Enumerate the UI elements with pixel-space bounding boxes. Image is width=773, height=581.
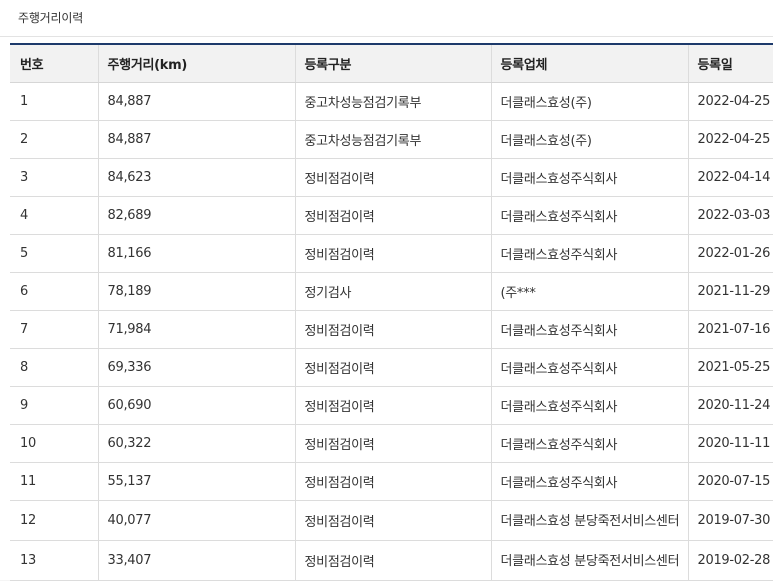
cell-registration-type: 정비점검이력	[295, 500, 492, 541]
cell-mileage: 69,336	[98, 348, 296, 387]
cell-mileage: 84,887	[98, 82, 296, 121]
cell-number: 11	[10, 462, 99, 501]
cell-number: 9	[10, 386, 99, 425]
cell-registrar: 더클래스효성주식회사	[491, 348, 689, 387]
cell-registrar: 더클래스효성주식회사	[491, 424, 689, 463]
table-header: 번호 주행거리(km) 등록구분 등록업체 등록일	[10, 45, 773, 83]
cell-mileage: 40,077	[98, 500, 296, 541]
mileage-history-table-container: 번호 주행거리(km) 등록구분 등록업체 등록일 1 84,887 중고차성능점검…	[10, 43, 773, 581]
cell-registrar: 더클래스효성주식회사	[491, 386, 689, 425]
cell-number: 8	[10, 348, 99, 387]
cell-registration-date: 2020-07-15	[688, 462, 773, 501]
table-row: 1 84,887 중고차성능점검기록부 더클래스효성(주) 2022-04-25	[10, 82, 773, 121]
cell-registration-date: 2022-01-26	[688, 234, 773, 273]
cell-number: 4	[10, 196, 99, 235]
cell-mileage: 60,690	[98, 386, 296, 425]
panel-header: 주행거리이력	[0, 0, 773, 37]
cell-registration-date: 2019-07-30	[688, 500, 773, 541]
table-row: 12 40,077 정비점검이력 더클래스효성 분당죽전서비스센터 2019-07-30	[10, 500, 773, 541]
cell-registrar: 더클래스효성주식회사	[491, 234, 689, 273]
cell-registration-type: 정비점검이력	[295, 158, 492, 197]
cell-mileage: 84,623	[98, 158, 296, 197]
cell-number: 1	[10, 82, 99, 121]
table-row: 5 81,166 정비점검이력 더클래스효성주식회사 2022-01-26	[10, 234, 773, 273]
table-row: 4 82,689 정비점검이력 더클래스효성주식회사 2022-03-03	[10, 196, 773, 235]
cell-registrar: 더클래스효성주식회사	[491, 158, 689, 197]
table-row: 8 69,336 정비점검이력 더클래스효성주식회사 2021-05-25	[10, 348, 773, 387]
cell-mileage: 78,189	[98, 272, 296, 311]
cell-mileage: 33,407	[98, 540, 296, 581]
cell-mileage: 81,166	[98, 234, 296, 273]
table-row: 6 78,189 정기검사 (주*** 2021-11-29	[10, 272, 773, 311]
table-row: 2 84,887 중고차성능점검기록부 더클래스효성(주) 2022-04-25	[10, 120, 773, 159]
cell-registration-date: 2022-04-25	[688, 120, 773, 159]
mileage-history-table: 번호 주행거리(km) 등록구분 등록업체 등록일 1 84,887 중고차성능점검…	[10, 45, 773, 581]
cell-mileage: 55,137	[98, 462, 296, 501]
cell-registrar: 더클래스효성 분당죽전서비스센터	[491, 540, 689, 581]
table-row: 13 33,407 정비점검이력 더클래스효성 분당죽전서비스센터 2019-02-28	[10, 540, 773, 581]
cell-registration-date: 2021-07-16	[688, 310, 773, 349]
cell-number: 13	[10, 540, 99, 581]
cell-registration-date: 2021-05-25	[688, 348, 773, 387]
cell-registration-date: 2022-03-03	[688, 196, 773, 235]
cell-registration-type: 정기검사	[295, 272, 492, 311]
cell-registration-date: 2022-04-25	[688, 82, 773, 121]
cell-number: 10	[10, 424, 99, 463]
cell-number: 7	[10, 310, 99, 349]
cell-registration-date: 2019-02-28	[688, 540, 773, 581]
cell-mileage: 82,689	[98, 196, 296, 235]
cell-number: 5	[10, 234, 99, 273]
cell-number: 6	[10, 272, 99, 311]
cell-registrar: 더클래스효성(주)	[491, 120, 689, 159]
cell-registration-type: 중고차성능점검기록부	[295, 120, 492, 159]
cell-registrar: 더클래스효성주식회사	[491, 462, 689, 501]
column-header-number: 번호	[10, 45, 99, 83]
cell-mileage: 71,984	[98, 310, 296, 349]
cell-registration-date: 2020-11-24	[688, 386, 773, 425]
table-row: 11 55,137 정비점검이력 더클래스효성주식회사 2020-07-15	[10, 462, 773, 501]
cell-registration-date: 2020-11-11	[688, 424, 773, 463]
table-row: 10 60,322 정비점검이력 더클래스효성주식회사 2020-11-11	[10, 424, 773, 463]
cell-registrar: 더클래스효성 분당죽전서비스센터	[491, 500, 689, 541]
cell-number: 12	[10, 500, 99, 541]
cell-registrar: (주***	[491, 272, 689, 311]
table-row: 7 71,984 정비점검이력 더클래스효성주식회사 2021-07-16	[10, 310, 773, 349]
table-row: 3 84,623 정비점검이력 더클래스효성주식회사 2022-04-14	[10, 158, 773, 197]
mileage-history-panel: 주행거리이력 번호 주행거리(km) 등록구분 등록업체 등록일 1 84,887…	[0, 0, 773, 581]
column-header-mileage: 주행거리(km)	[98, 45, 296, 83]
table-body: 1 84,887 중고차성능점검기록부 더클래스효성(주) 2022-04-25 2 84,…	[10, 82, 773, 581]
cell-registration-date: 2021-11-29	[688, 272, 773, 311]
cell-registration-date: 2022-04-14	[688, 158, 773, 197]
header-row: 번호 주행거리(km) 등록구분 등록업체 등록일	[10, 45, 773, 83]
table-row: 9 60,690 정비점검이력 더클래스효성주식회사 2020-11-24	[10, 386, 773, 425]
cell-registration-type: 정비점검이력	[295, 424, 492, 463]
cell-registration-type: 정비점검이력	[295, 540, 492, 581]
cell-registration-type: 정비점검이력	[295, 196, 492, 235]
cell-registration-type: 중고차성능점검기록부	[295, 82, 492, 121]
column-header-registration-date: 등록일	[688, 45, 773, 83]
panel-title: 주행거리이력	[18, 11, 84, 25]
cell-number: 3	[10, 158, 99, 197]
column-header-registrar: 등록업체	[491, 45, 689, 83]
cell-registration-type: 정비점검이력	[295, 386, 492, 425]
cell-registrar: 더클래스효성(주)	[491, 82, 689, 121]
cell-registration-type: 정비점검이력	[295, 234, 492, 273]
cell-mileage: 60,322	[98, 424, 296, 463]
cell-registration-type: 정비점검이력	[295, 462, 492, 501]
cell-registration-type: 정비점검이력	[295, 310, 492, 349]
cell-number: 2	[10, 120, 99, 159]
cell-registrar: 더클래스효성주식회사	[491, 196, 689, 235]
cell-registration-type: 정비점검이력	[295, 348, 492, 387]
cell-registrar: 더클래스효성주식회사	[491, 310, 689, 349]
cell-mileage: 84,887	[98, 120, 296, 159]
column-header-registration-type: 등록구분	[295, 45, 492, 83]
